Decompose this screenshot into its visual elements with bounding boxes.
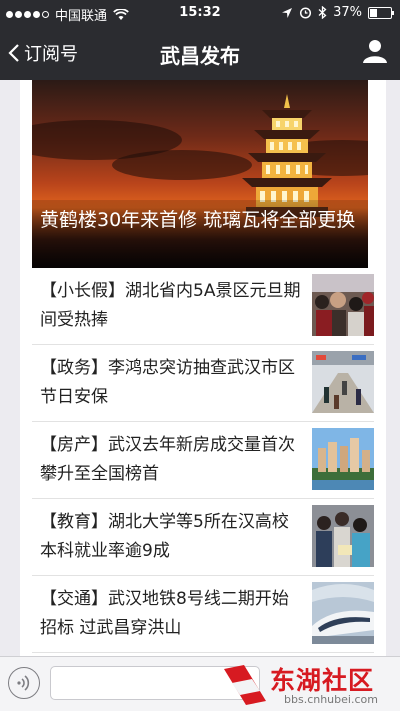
person-icon	[363, 40, 387, 63]
status-bar: 中国联通 15:32 37%	[0, 0, 400, 26]
news-list: 【小长假】湖北省内5A景区元旦期间受热捧 【政务】李鸿忠突访抽查武汉市区节日安保	[32, 268, 374, 653]
news-title: 【房产】武汉去年新房成交量首次攀升至全国榜首	[40, 435, 295, 484]
bluetooth-icon	[318, 6, 327, 19]
watermark: 东湖社区 bbs.cnhubei.com	[222, 657, 400, 711]
watermark-url: bbs.cnhubei.com	[284, 693, 378, 706]
crowd-photo-icon	[312, 274, 374, 336]
news-title: 【教育】湖北大学等5所在汉高校本科就业率逾9成	[40, 512, 289, 561]
watermark-text: 东湖社区	[270, 666, 375, 695]
students-photo-icon	[312, 505, 374, 567]
battery-percent: 37%	[333, 5, 362, 20]
battery-icon	[368, 6, 394, 19]
train-photo-icon	[312, 582, 374, 644]
list-item[interactable]: 【政务】李鸿忠突访抽查武汉市区节日安保	[32, 345, 374, 422]
news-title: 【小长假】湖北省内5A景区元旦期间受热捧	[40, 281, 301, 330]
hero-article[interactable]: 黄鹤楼30年来首修 琉璃瓦将全部更换	[32, 80, 368, 268]
profile-button[interactable]	[362, 38, 388, 68]
message-input-bar: 东湖社区 bbs.cnhubei.com	[0, 656, 400, 711]
voice-input-button[interactable]	[8, 667, 40, 699]
hero-caption: 黄鹤楼30年来首修 琉璃瓦将全部更换	[32, 200, 368, 268]
list-item[interactable]: 【房产】武汉去年新房成交量首次攀升至全国榜首	[32, 422, 374, 499]
list-item[interactable]: 【教育】湖北大学等5所在汉高校本科就业率逾9成	[32, 499, 374, 576]
news-title: 【交通】武汉地铁8号线二期开始招标 过武昌穿洪山	[40, 589, 289, 638]
list-item[interactable]: 【小长假】湖北省内5A景区元旦期间受热捧	[32, 268, 374, 345]
news-title: 【政务】李鸿忠突访抽查武汉市区节日安保	[40, 358, 295, 407]
voice-icon	[17, 675, 30, 691]
page-title: 武昌发布	[160, 44, 240, 68]
hero-title: 黄鹤楼30年来首修 琉璃瓦将全部更换	[40, 209, 356, 231]
list-item[interactable]: 【交通】武汉地铁8号线二期开始招标 过武昌穿洪山	[32, 576, 374, 653]
station-photo-icon	[312, 351, 374, 413]
watermark-logo-icon	[224, 665, 266, 705]
alarm-icon	[300, 7, 312, 19]
location-arrow-icon	[282, 7, 293, 18]
nav-bar: 订阅号 武昌发布	[0, 26, 400, 80]
article-list-card: 黄鹤楼30年来首修 琉璃瓦将全部更换 【小长假】湖北省内5A景区元旦期间受热捧 …	[20, 80, 386, 656]
buildings-photo-icon	[312, 428, 374, 490]
